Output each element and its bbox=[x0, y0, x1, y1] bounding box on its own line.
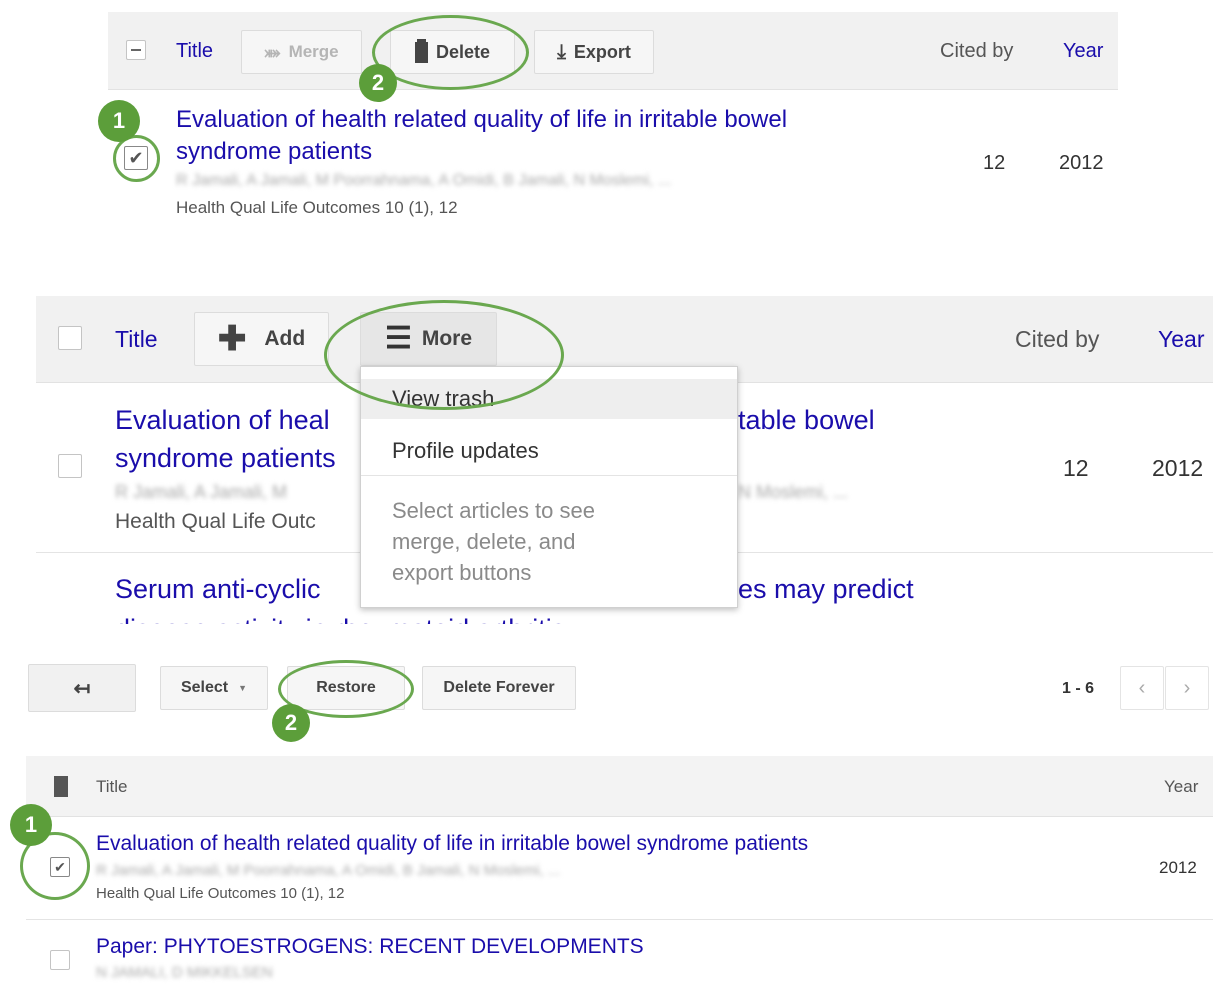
highlight-ring-more bbox=[324, 300, 564, 410]
row-divider bbox=[26, 919, 1213, 920]
cited-by-header[interactable]: Cited by bbox=[1015, 326, 1099, 353]
menu-item-profile-updates[interactable]: Profile updates bbox=[361, 431, 737, 471]
panel3-header-row bbox=[26, 756, 1213, 817]
year-header[interactable]: Year bbox=[1164, 777, 1198, 797]
cited-by-header[interactable]: Cited by bbox=[940, 40, 1013, 63]
step-badge-1: 1 bbox=[10, 804, 52, 846]
article-checkbox[interactable] bbox=[50, 950, 70, 970]
cited-by-count-link[interactable]: 12 bbox=[983, 152, 1005, 175]
back-button[interactable]: ↤ bbox=[28, 664, 136, 712]
cited-by-count-link[interactable]: 12 bbox=[1063, 455, 1089, 482]
sort-year-link[interactable]: Year bbox=[1063, 40, 1103, 63]
step-badge-1: 1 bbox=[98, 100, 140, 142]
chevron-right-icon: › bbox=[1183, 676, 1191, 699]
step-badge-2: 2 bbox=[272, 704, 310, 742]
article-title-link[interactable]: Evaluation of heal bbox=[115, 403, 330, 439]
highlight-ring-checkbox bbox=[113, 135, 160, 182]
article-authors: R Jamali, A Jamali, M Poorrahnama, A Omi… bbox=[96, 862, 561, 879]
sort-title-link[interactable]: Title bbox=[115, 326, 158, 353]
merge-icon: ⤘ bbox=[264, 41, 281, 62]
prev-page-button[interactable]: ‹ bbox=[1120, 666, 1164, 710]
title-header[interactable]: Title bbox=[96, 777, 128, 797]
article-venue: Health Qual Life Outcomes 10 (1), 12 bbox=[176, 198, 458, 217]
article-title-link-continued[interactable]: table bowel bbox=[738, 403, 875, 439]
back-arrow-icon: ↤ bbox=[73, 677, 91, 700]
article-checkbox[interactable] bbox=[58, 454, 82, 478]
menu-divider bbox=[361, 475, 737, 476]
merge-button[interactable]: ⤘ Merge bbox=[241, 30, 362, 74]
minus-icon bbox=[131, 49, 141, 51]
article-year: 2012 bbox=[1059, 152, 1104, 174]
export-button[interactable]: ⤓ Export bbox=[534, 30, 654, 74]
step-badge-2: 2 bbox=[359, 64, 397, 102]
article-title-link-line2[interactable]: syndrome patients bbox=[115, 441, 336, 477]
download-icon: ⤓ bbox=[557, 40, 566, 63]
caret-down-icon: ▼ bbox=[238, 683, 248, 693]
select-all-checkbox[interactable] bbox=[58, 326, 82, 350]
trash-icon bbox=[54, 776, 68, 797]
sort-title-link[interactable]: Title bbox=[176, 40, 213, 63]
pagination-range: 1 - 6 bbox=[1062, 680, 1095, 697]
article-title-link[interactable]: Evaluation of health related quality of … bbox=[176, 104, 866, 168]
article-year: 2012 bbox=[1152, 455, 1204, 481]
add-button[interactable]: ✚ Add bbox=[194, 312, 329, 366]
article-title-link[interactable]: Serum anti-cyclic bbox=[115, 572, 321, 608]
article-title-link[interactable]: Paper: PHYTOESTROGENS: RECENT DEVELOPMEN… bbox=[96, 933, 644, 961]
select-dropdown-button[interactable]: Select ▼ bbox=[160, 666, 268, 710]
article-title-link[interactable]: Evaluation of health related quality of … bbox=[96, 830, 808, 858]
article-venue: Health Qual Life Outcomes 10 (1), 12 bbox=[96, 885, 345, 902]
article-authors-continued: N Moslemi, ... bbox=[738, 482, 849, 502]
article-title-link-continued[interactable]: es may predict bbox=[738, 572, 914, 608]
clipped-title-line: disease activity in rheumatoid arthritis bbox=[115, 612, 675, 624]
article-authors: N JAMALI, D MIKKELSEN bbox=[96, 964, 273, 981]
article-authors: R Jamali, A Jamali, M bbox=[115, 482, 288, 502]
article-venue: Health Qual Life Outc bbox=[115, 510, 316, 533]
menu-note-line2: merge, delete, and bbox=[392, 529, 576, 554]
select-all-checkbox[interactable] bbox=[126, 40, 146, 60]
delete-forever-button[interactable]: Delete Forever bbox=[422, 666, 576, 710]
article-authors: R Jamali, A Jamali, M Poorrahnama, A Omi… bbox=[176, 172, 672, 189]
next-page-button[interactable]: › bbox=[1165, 666, 1209, 710]
menu-note-line3: export buttons bbox=[392, 560, 532, 585]
article-year: 2012 bbox=[1159, 858, 1197, 877]
chevron-left-icon: ‹ bbox=[1138, 676, 1146, 699]
plus-icon: ✚ bbox=[217, 320, 247, 358]
menu-note-line1: Select articles to see bbox=[392, 498, 595, 523]
sort-year-link[interactable]: Year bbox=[1158, 326, 1204, 353]
